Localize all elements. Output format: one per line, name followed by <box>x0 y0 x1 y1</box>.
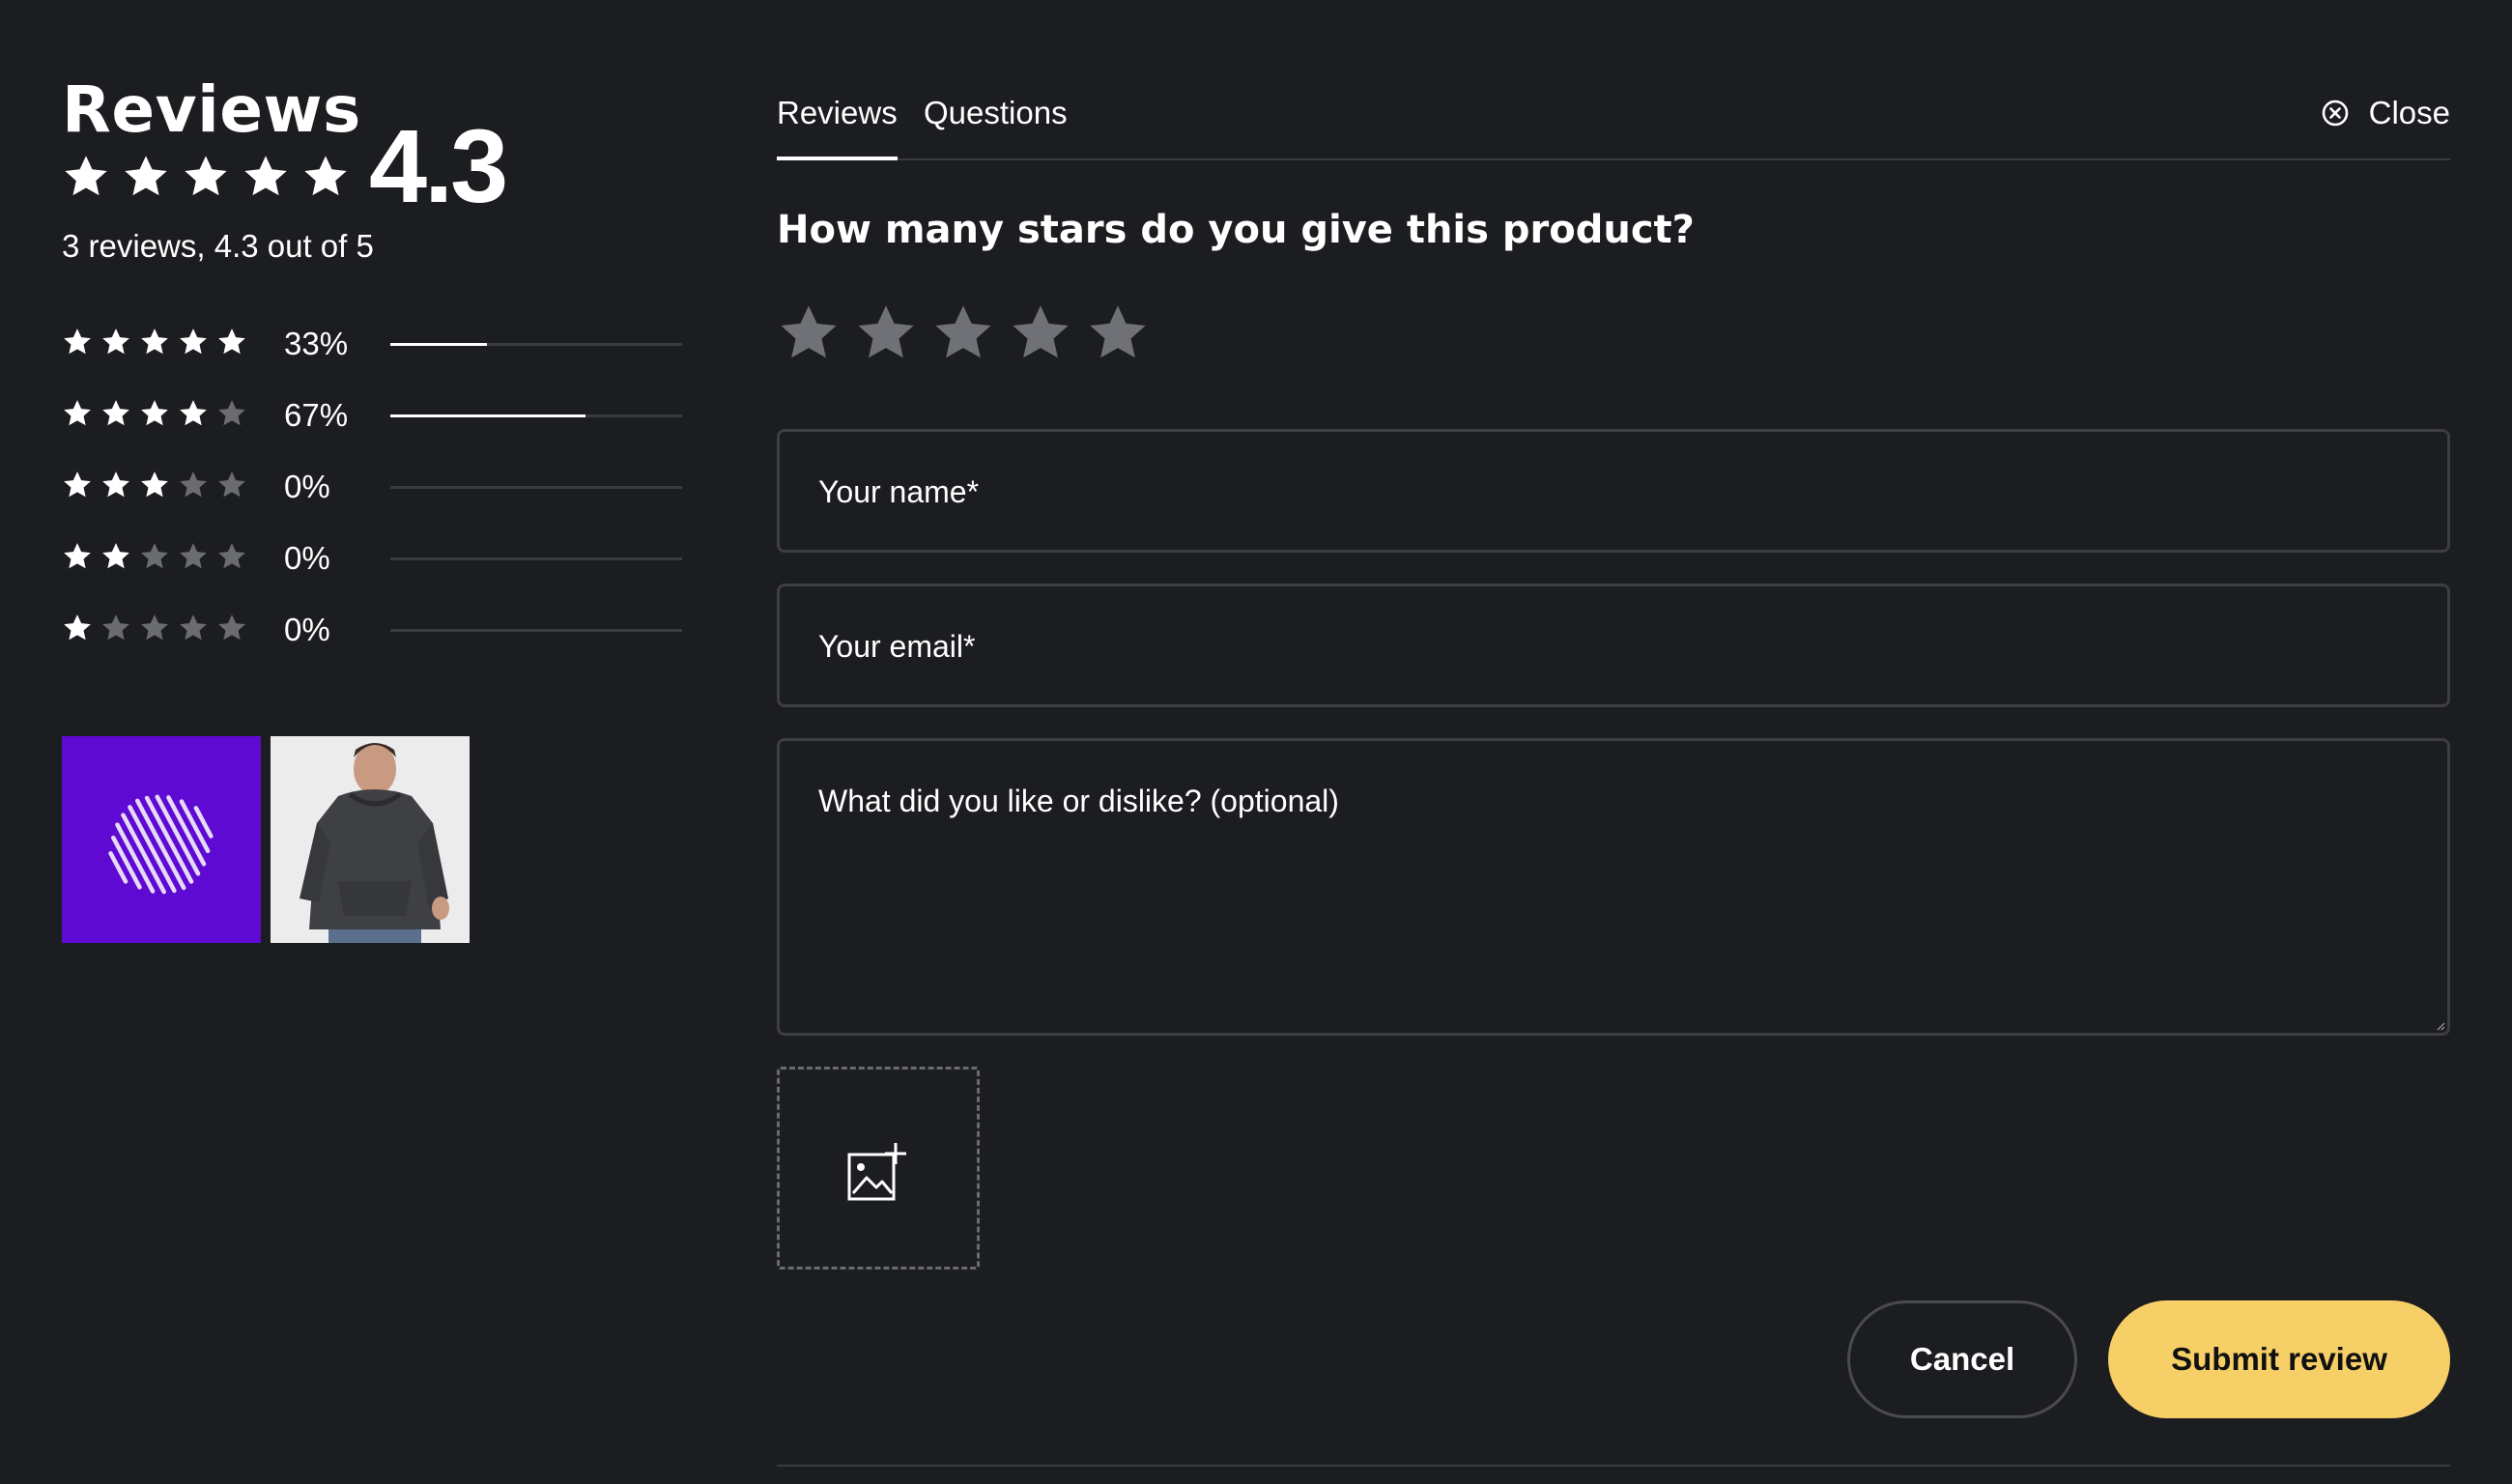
star-icon <box>180 328 207 355</box>
email-field[interactable]: Your email* <box>777 584 2450 707</box>
star-icon <box>141 328 168 355</box>
rating-row-bar <box>390 629 682 632</box>
name-field[interactable]: Your name* <box>777 429 2450 553</box>
review-media-thumbnails <box>62 736 470 943</box>
review-count-text: 3 reviews, 4.3 out of 5 <box>62 228 374 264</box>
close-button[interactable]: Close <box>2321 91 2450 135</box>
star-icon <box>141 471 168 498</box>
star-icon <box>304 156 347 196</box>
star-icon <box>180 471 207 498</box>
star-icon <box>125 156 167 196</box>
comment-textarea[interactable]: What did you like or dislike? (optional) <box>777 738 2450 1036</box>
star-icon <box>141 614 168 641</box>
rating-distribution: 33% 67% 0% 0% 0% <box>62 319 690 676</box>
rate-star-5-icon[interactable] <box>1086 301 1150 365</box>
rating-row-bar <box>390 486 682 489</box>
reviews-modal: Reviews 4.3 3 reviews, 4.3 out of 5 33% 6… <box>0 0 2512 1484</box>
rating-row-4[interactable]: 67% <box>62 390 690 462</box>
star-icon <box>244 156 287 196</box>
average-score: 4.3 <box>369 107 508 224</box>
email-field-placeholder: Your email* <box>818 629 976 664</box>
star-icon <box>64 471 91 498</box>
star-rating-input[interactable] <box>777 301 1150 365</box>
close-label: Close <box>2368 95 2450 130</box>
rating-row-stars <box>62 470 247 500</box>
rating-row-bar <box>390 343 682 346</box>
comment-placeholder: What did you like or dislike? (optional) <box>818 784 1339 818</box>
rate-star-2-icon[interactable] <box>854 301 918 365</box>
product-photo-thumbnail[interactable] <box>271 736 470 943</box>
summary-star-rating <box>62 153 350 201</box>
star-icon <box>141 543 168 569</box>
rate-star-4-icon[interactable] <box>1009 301 1072 365</box>
name-field-placeholder: Your name* <box>818 474 980 509</box>
rating-row-5[interactable]: 33% <box>62 319 690 390</box>
star-icon <box>218 400 245 426</box>
star-icon <box>102 328 129 355</box>
rating-row-percent: 0% <box>284 612 330 647</box>
star-icon <box>218 614 245 641</box>
rating-row-stars <box>62 541 247 572</box>
star-icon <box>185 156 227 196</box>
rate-star-1-icon[interactable] <box>777 301 841 365</box>
add-photo-button[interactable] <box>777 1067 980 1270</box>
rating-row-3[interactable]: 0% <box>62 462 690 533</box>
hoodie-photo-image <box>271 736 470 943</box>
rating-row-2[interactable]: 0% <box>62 533 690 605</box>
star-icon <box>65 156 107 196</box>
star-icon <box>102 543 129 569</box>
tab-bar: Reviews Questions <box>777 89 2450 160</box>
star-icon <box>180 400 207 426</box>
submit-review-button[interactable]: Submit review <box>2108 1300 2450 1418</box>
rating-row-percent: 67% <box>284 397 349 433</box>
rating-row-bar <box>390 557 682 560</box>
tab-reviews[interactable]: Reviews <box>777 91 898 160</box>
star-icon <box>64 328 91 355</box>
summary-title: Reviews <box>62 72 361 147</box>
close-circle-icon <box>2322 100 2348 127</box>
star-icon <box>218 543 245 569</box>
rating-question: How many stars do you give this product? <box>777 208 1695 252</box>
star-icon <box>64 400 91 426</box>
cancel-button[interactable]: Cancel <box>1847 1300 2077 1418</box>
rating-row-bar-fill <box>390 414 586 417</box>
rating-row-percent: 33% <box>284 326 349 361</box>
rate-star-3-icon[interactable] <box>931 301 995 365</box>
star-icon <box>64 543 91 569</box>
rating-row-bar-fill <box>390 343 487 346</box>
divider <box>777 1465 2450 1467</box>
rating-row-stars <box>62 327 247 357</box>
brand-wave-logo-icon <box>108 794 214 895</box>
star-icon <box>102 400 129 426</box>
rating-row-percent: 0% <box>284 469 330 504</box>
brand-logo-thumbnail[interactable] <box>62 736 261 943</box>
rating-row-bar <box>390 414 682 417</box>
star-icon <box>180 614 207 641</box>
star-icon <box>218 471 245 498</box>
star-icon <box>180 543 207 569</box>
rating-row-stars <box>62 613 247 643</box>
add-image-icon <box>847 1143 906 1201</box>
resize-handle-icon[interactable] <box>2434 1019 2445 1031</box>
star-icon <box>218 328 245 355</box>
star-icon <box>102 471 129 498</box>
star-icon <box>141 400 168 426</box>
rating-row-1[interactable]: 0% <box>62 605 690 676</box>
rating-row-percent: 0% <box>284 540 330 576</box>
rating-row-stars <box>62 398 247 429</box>
star-icon <box>102 614 129 641</box>
tab-questions[interactable]: Questions <box>924 91 1068 135</box>
star-icon <box>64 614 91 641</box>
